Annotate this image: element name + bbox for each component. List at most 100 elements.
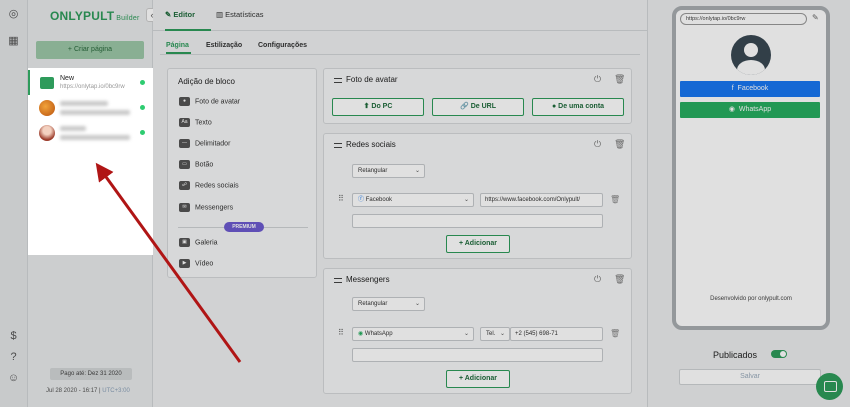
preview-url[interactable]: https://onlytap.io/0bc9rw [680, 13, 807, 25]
brand-logo: ONLYPULT Builder [50, 9, 140, 23]
social-network-select[interactable]: ⓕ Facebook ⌄ [352, 193, 474, 207]
page-item-new[interactable]: New https://onlytap.io/0bc9rw [28, 70, 153, 95]
chevron-down-icon: ⌄ [463, 197, 469, 203]
social-block-card: Redes sociais ⏻ 🗑 Retangular ⌄ ⠿ ⓕ Facebo… [323, 133, 632, 259]
row-drag-icon[interactable]: ⠿ [338, 194, 344, 203]
tab-statistics[interactable]: ▥ Estatísticas [216, 10, 264, 19]
trash-icon[interactable]: 🗑 [614, 274, 625, 285]
block-palette: Adição de bloco ● Foto de avatar Aa Texto … [167, 68, 317, 278]
add-messenger-button[interactable]: + Adicionar [446, 370, 510, 388]
billing-icon[interactable]: $ [7, 330, 20, 343]
page-thumbnail [39, 125, 55, 141]
subtab-style[interactable]: Estilização [206, 42, 242, 49]
chevron-down-icon: ⌄ [414, 301, 420, 307]
block-gallery[interactable]: ▣ Galeria [179, 238, 218, 247]
card-title: Redes sociais [346, 140, 396, 149]
messenger-select[interactable]: ◉ WhatsApp ⌄ [352, 327, 474, 341]
block-avatar[interactable]: ● Foto de avatar [179, 97, 240, 106]
sidebar: ONLYPULT Builder ‹ + Criar página New htt… [28, 0, 158, 407]
chevron-down-icon: ⌄ [499, 331, 505, 337]
save-button[interactable]: Salvar [679, 369, 821, 385]
upload-from-pc-button[interactable]: ⬆ Do PC [332, 98, 424, 116]
trash-icon[interactable]: 🗑 [614, 139, 625, 150]
blurred-title [60, 126, 86, 131]
add-social-button[interactable]: + Adicionar [446, 235, 510, 253]
video-block-icon: ▶ [179, 259, 190, 268]
page-item-blurred-2[interactable] [28, 120, 153, 145]
messengers-block-card: Messengers ⏻ 🗑 Retangular ⌄ ⠿ ◉ WhatsApp ⌄… [323, 268, 632, 394]
icon-rail: ◎ ▦ $ ? ☺ [0, 0, 28, 407]
messengers-block-icon: ✉ [179, 203, 190, 212]
power-icon[interactable]: ⏻ [594, 274, 601, 285]
facebook-icon: ⓕ [358, 197, 365, 203]
messenger-style-select[interactable]: Retangular ⌄ [352, 297, 425, 311]
social-link-input[interactable]: https://www.facebook.com/Onlypult/ [480, 193, 603, 207]
avatar-placeholder [731, 35, 771, 75]
trash-icon[interactable]: 🗑 [614, 74, 625, 85]
page-thumbnail [39, 100, 55, 116]
phone-preview: https://onlytap.io/0bc9rw ✎ f Facebook ◉… [672, 6, 830, 330]
from-account-button[interactable]: ● De uma conta [532, 98, 624, 116]
page-title: New [60, 75, 75, 82]
drag-handle-icon[interactable] [334, 78, 342, 83]
preview-whatsapp-button[interactable]: ◉ WhatsApp [680, 102, 820, 118]
card-title: Messengers [346, 275, 390, 284]
datetime-footer: Jul 28 2020 - 16:17 | UTC+3:00 [46, 388, 130, 394]
messenger-extra-input[interactable] [352, 348, 603, 362]
block-social[interactable]: ☍ Redes sociais [179, 181, 239, 190]
pages-list: New https://onlytap.io/0bc9rw [28, 68, 153, 255]
avatar-block-card: Foto de avatar ⏻ 🗑 ⬆ Do PC 🔗 De URL ● De… [323, 68, 632, 124]
page-url: https://onlytap.io/0bc9rw [60, 84, 125, 90]
subtabs-divider [160, 54, 640, 55]
divider-block-icon: — [179, 139, 190, 148]
create-page-button[interactable]: + Criar página [36, 41, 144, 59]
blurred-url [60, 135, 130, 140]
pencil-icon[interactable]: ✎ [812, 13, 819, 22]
instagram-icon[interactable]: ◎ [7, 8, 20, 21]
block-divider[interactable]: — Delimitador [179, 139, 230, 148]
social-extra-input[interactable] [352, 214, 603, 228]
block-palette-title: Adição de bloco [178, 77, 235, 86]
row-drag-icon[interactable]: ⠿ [338, 328, 344, 337]
gallery-block-icon: ▣ [179, 238, 190, 247]
drag-handle-icon[interactable] [334, 143, 342, 148]
page-thumbnail [40, 77, 54, 89]
preview-facebook-button[interactable]: f Facebook [680, 81, 820, 97]
chevron-down-icon: ⌄ [463, 331, 469, 337]
active-tab-indicator [165, 29, 211, 31]
drag-handle-icon[interactable] [334, 278, 342, 283]
chevron-down-icon: ⌄ [414, 168, 420, 174]
blurred-title [60, 101, 108, 106]
block-video[interactable]: ▶ Vídeo [179, 259, 213, 268]
whatsapp-icon: ◉ [358, 331, 364, 337]
subtab-page[interactable]: Página [166, 42, 189, 49]
avatar-block-icon: ● [179, 97, 190, 106]
social-style-select[interactable]: Retangular ⌄ [352, 164, 425, 178]
published-dot [140, 130, 145, 135]
tab-editor[interactable]: ✎ Editor [165, 10, 195, 19]
power-icon[interactable]: ⏻ [594, 74, 601, 85]
phone-input[interactable]: +2 (545) 698-71 [510, 327, 603, 341]
blurred-url [60, 110, 130, 115]
help-icon[interactable]: ? [7, 351, 20, 364]
text-block-icon: Aa [179, 118, 190, 127]
social-block-icon: ☍ [179, 181, 190, 190]
premium-badge: PREMIUM [224, 222, 264, 232]
from-url-button[interactable]: 🔗 De URL [432, 98, 524, 116]
power-icon[interactable]: ⏻ [594, 139, 601, 150]
block-button[interactable]: ▭ Botão [179, 160, 213, 169]
page-item-blurred-1[interactable] [28, 95, 153, 120]
published-toggle[interactable] [771, 350, 787, 358]
subtab-settings[interactable]: Configurações [258, 42, 307, 49]
block-text[interactable]: Aa Texto [179, 118, 212, 127]
chat-support-icon[interactable] [816, 373, 843, 400]
row-trash-icon[interactable]: 🗑 [610, 195, 620, 204]
apps-grid-icon[interactable]: ▦ [7, 35, 20, 48]
developed-by-text: Desenvolvido por onlypult.com [710, 296, 792, 302]
block-messengers[interactable]: ✉ Messengers [179, 203, 233, 212]
row-trash-icon[interactable]: 🗑 [610, 329, 620, 338]
phone-type-select[interactable]: Tel. ⌄ [480, 327, 510, 341]
published-dot [140, 80, 145, 85]
profile-icon[interactable]: ☺ [7, 372, 20, 385]
card-title: Foto de avatar [346, 75, 398, 84]
